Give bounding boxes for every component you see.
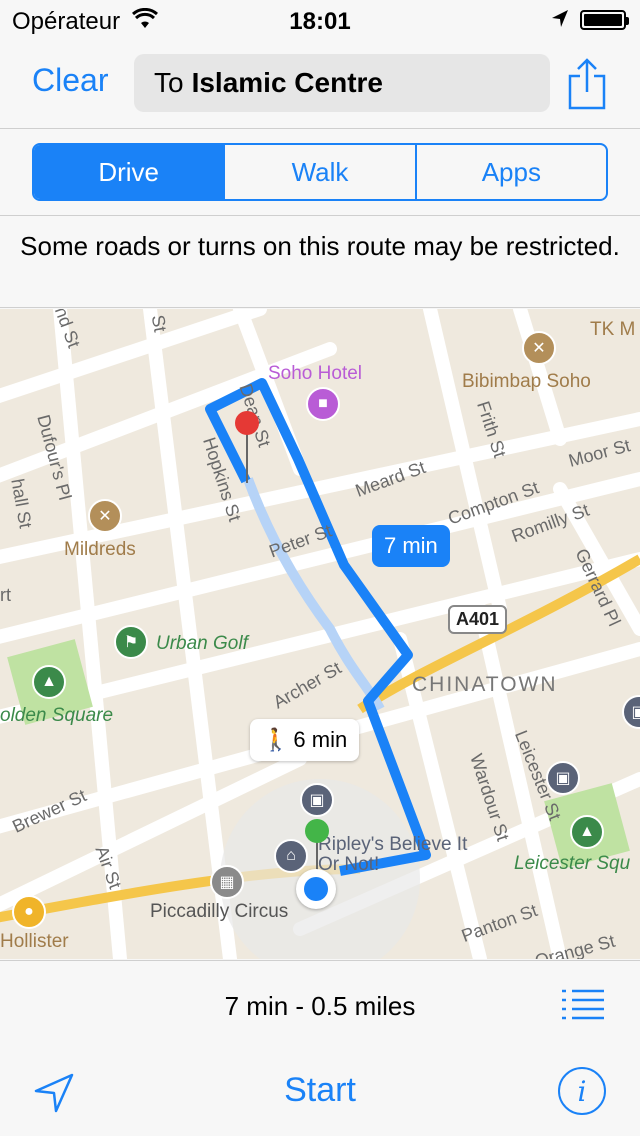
poi-label: Ripley's Believe It Or Not! xyxy=(318,834,468,875)
walk-eta-label: 6 min xyxy=(293,727,348,752)
status-bar: Opérateur 18:01 xyxy=(0,0,640,40)
walk-eta-callout[interactable]: 🚶 6 min xyxy=(250,719,360,761)
street-label: St xyxy=(147,313,171,334)
cinema-icon[interactable]: ▣ xyxy=(546,761,580,795)
poi-label: Mildreds xyxy=(64,539,136,560)
restaurant-icon[interactable]: ✕ xyxy=(522,331,556,365)
golf-icon[interactable]: ⚑ xyxy=(114,625,148,659)
destination-field[interactable]: To Islamic Centre xyxy=(134,54,550,112)
clock: 18:01 xyxy=(289,8,351,35)
drive-eta-callout[interactable]: 7 min xyxy=(372,525,450,567)
park-icon[interactable]: ▲ xyxy=(570,815,604,849)
street-label: rt xyxy=(0,585,11,605)
share-icon[interactable] xyxy=(566,58,608,110)
cinema-icon[interactable]: ▣ xyxy=(300,783,334,817)
location-arrow-icon xyxy=(550,8,570,37)
route-summary-bar: 7 min - 0.5 miles xyxy=(0,960,640,1050)
start-button[interactable]: Start xyxy=(0,1071,640,1110)
mode-apps[interactable]: Apps xyxy=(417,145,606,199)
destination-name: Islamic Centre xyxy=(191,67,383,98)
destination-prefix: To xyxy=(154,67,184,98)
route-warning: Some roads or turns on this route may be… xyxy=(0,216,640,308)
transport-mode-bar: Drive Walk Apps xyxy=(0,129,640,216)
poi-label: olden Square xyxy=(0,705,114,726)
list-icon[interactable] xyxy=(560,987,606,1021)
battery-icon xyxy=(580,10,629,30)
restaurant-icon[interactable]: ✕ xyxy=(88,499,122,533)
bottom-toolbar: Start i xyxy=(0,1049,640,1136)
info-icon[interactable]: i xyxy=(558,1067,606,1115)
poi-label: Bibimbap Soho xyxy=(462,371,591,392)
transport-mode-control: Drive Walk Apps xyxy=(32,143,608,201)
map-view[interactable]: nd St St Dufour's Pl Hopkins St Dean St … xyxy=(0,309,640,959)
poi-label: Soho Hotel xyxy=(268,363,363,384)
poi-label: Leicester Squ xyxy=(514,853,631,874)
clear-button[interactable]: Clear xyxy=(32,62,108,99)
mode-walk[interactable]: Walk xyxy=(225,145,417,199)
poi-label: Piccadilly Circus xyxy=(150,901,289,922)
route-summary: 7 min - 0.5 miles xyxy=(224,991,416,1021)
poi-label: Urban Golf xyxy=(156,633,248,654)
current-location-icon xyxy=(296,869,336,909)
district-label: CHINATOWN xyxy=(412,673,558,696)
walk-icon: 🚶 xyxy=(262,727,290,752)
nav-bar: Clear To Islamic Centre xyxy=(0,40,640,129)
road-badge: A401 xyxy=(448,605,508,634)
hotel-icon[interactable]: ■ xyxy=(306,387,340,421)
poi-label: Hollister xyxy=(0,931,69,952)
mode-drive[interactable]: Drive xyxy=(34,145,226,199)
station-icon[interactable]: ▦ xyxy=(210,865,244,899)
shopping-icon[interactable]: ● xyxy=(12,895,46,929)
poi-label: TK M xyxy=(590,319,636,340)
park-icon[interactable]: ▲ xyxy=(32,665,66,699)
